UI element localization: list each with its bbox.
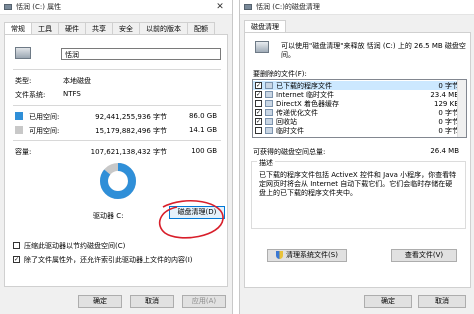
file-checkbox[interactable]: ✓ xyxy=(255,118,262,125)
ok-button[interactable]: 确定 xyxy=(364,295,412,308)
clean-system-files-button[interactable]: 清理系统文件(S) xyxy=(267,249,347,262)
recycle-bin-icon xyxy=(265,118,273,125)
type-value: 本地磁盘 xyxy=(63,77,91,85)
free-space-swatch xyxy=(15,126,23,134)
file-icon xyxy=(265,100,273,107)
free-space-bytes: 15,179,882,496 字节 xyxy=(95,127,167,135)
cancel-button[interactable]: 取消 xyxy=(130,295,174,308)
files-list: ✓ 已下载的程序文件 0 字节 ✓ Internet 临时文件 23.4 MB … xyxy=(252,79,467,138)
cleanup-drive-icon xyxy=(255,41,269,53)
capacity-label: 容量: xyxy=(15,148,32,156)
divider xyxy=(13,105,221,106)
files-to-delete-label: 要删除的文件(F): xyxy=(253,70,307,78)
file-checkbox[interactable]: ✓ xyxy=(255,91,262,98)
cleanup-titlebar: 恬润 (C:)的磁盘清理 xyxy=(240,0,474,15)
file-checkbox[interactable] xyxy=(255,100,262,107)
folder-icon xyxy=(265,82,273,89)
file-checkbox[interactable] xyxy=(255,127,262,134)
close-icon[interactable]: ✕ xyxy=(208,2,232,12)
shield-icon xyxy=(276,251,284,259)
lock-icon xyxy=(265,91,273,98)
used-space-label: 已用空间: xyxy=(29,113,60,121)
disk-cleanup-window: 恬润 (C:)的磁盘清理 磁盘清理 可以使用"磁盘清理"来释放 恬润 (C:) … xyxy=(239,0,474,314)
drive-caption: 驱动器 C: xyxy=(93,212,124,220)
used-space-bytes: 92,441,255,936 字节 xyxy=(95,113,167,121)
properties-window: 恬润 (C:) 属性 ✕ 常规 工具 硬件 共享 安全 以前的版本 配额 恬润 … xyxy=(0,0,233,314)
free-space-size: 14.1 GB xyxy=(188,126,217,134)
clean-system-files-label: 清理系统文件(S) xyxy=(286,251,338,259)
drive-icon xyxy=(15,47,31,59)
file-label: 临时文件 xyxy=(276,126,304,135)
cleanup-title: 恬润 (C:)的磁盘清理 xyxy=(256,3,320,11)
usage-donut xyxy=(100,163,136,199)
description-title: 描述 xyxy=(257,158,275,168)
view-files-button[interactable]: 查看文件(V) xyxy=(391,249,457,262)
file-size: 129 KB xyxy=(434,99,459,108)
total-space-value: 26.4 MB xyxy=(430,147,459,155)
index-label: 除了文件属性外，还允许索引此驱动器上文件的内容(I) xyxy=(24,256,193,264)
compress-label: 压缩此驱动器以节约磁盘空间(C) xyxy=(24,242,126,250)
annotation-circle xyxy=(158,200,224,239)
capacity-size: 100 GB xyxy=(191,147,217,155)
used-space-swatch xyxy=(15,112,23,120)
total-space-label: 可获得的磁盘空间总量: xyxy=(253,148,326,156)
drive-name-input[interactable]: 恬润 xyxy=(61,48,221,60)
divider xyxy=(13,69,221,70)
index-checkbox[interactable]: ✓ xyxy=(13,256,20,263)
properties-title: 恬润 (C:) 属性 xyxy=(16,3,62,11)
file-size: 0 字节 xyxy=(438,81,459,90)
cancel-button[interactable]: 取消 xyxy=(418,295,466,308)
apply-button[interactable]: 应用(A) xyxy=(182,295,226,308)
divider xyxy=(13,140,221,141)
file-size: 0 字节 xyxy=(438,126,459,135)
ok-button[interactable]: 确定 xyxy=(78,295,122,308)
cleanup-intro: 可以使用"磁盘清理"来释放 恬润 (C:) 上的 26.5 MB 磁盘空间。 xyxy=(281,42,466,59)
file-checkbox[interactable]: ✓ xyxy=(255,109,262,116)
capacity-bytes: 107,621,138,432 字节 xyxy=(90,148,167,156)
cleanup-app-icon xyxy=(244,4,252,10)
properties-titlebar: 恬润 (C:) 属性 ✕ xyxy=(0,0,232,15)
files-list-scrollbar[interactable] xyxy=(457,80,466,137)
general-panel: 恬润 类型: 本地磁盘 文件系统: NTFS 已用空间: 92,441,255,… xyxy=(4,34,228,287)
file-checkbox[interactable]: ✓ xyxy=(255,82,262,89)
filesystem-value: NTFS xyxy=(63,90,81,98)
used-space-size: 86.0 GB xyxy=(188,112,217,120)
compress-checkbox[interactable] xyxy=(13,242,20,249)
file-icon xyxy=(265,109,273,116)
file-icon xyxy=(265,127,273,134)
description-text: 已下载的程序文件包括 ActiveX 控件和 Java 小程序，你查看特定网页时… xyxy=(259,171,457,197)
type-label: 类型: xyxy=(15,77,32,85)
drive-icon xyxy=(4,4,12,10)
free-space-label: 可用空间: xyxy=(29,127,60,135)
cleanup-panel: 可以使用"磁盘清理"来释放 恬润 (C:) 上的 26.5 MB 磁盘空间。 要… xyxy=(244,32,471,288)
filesystem-label: 文件系统: xyxy=(15,91,46,99)
list-item[interactable]: 临时文件 0 字节 xyxy=(253,126,459,135)
file-size: 23.4 MB xyxy=(430,90,459,99)
